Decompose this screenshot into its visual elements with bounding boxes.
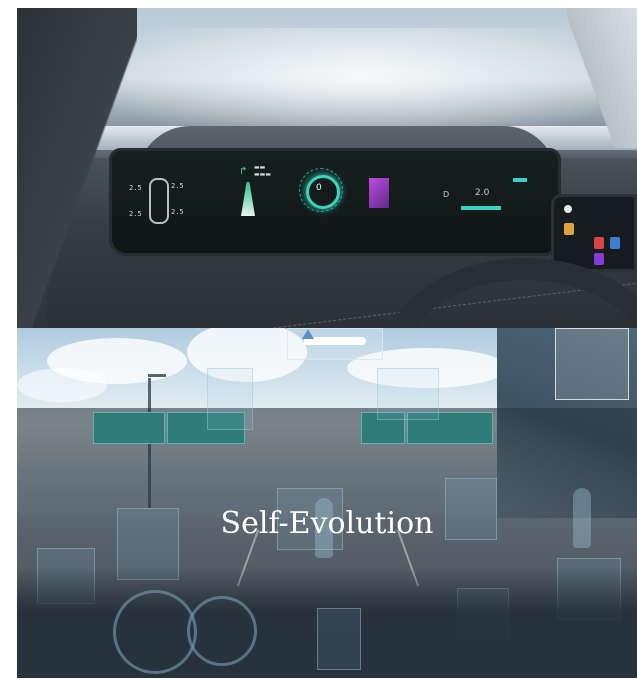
dashboard-photo: 2.5 2.5 2.5 2.5 ↱ ▬▬ ▬▬▬ 0 D 2.0: [17, 8, 637, 328]
gear-indicator: D: [443, 190, 450, 199]
street-lamp-head: [148, 374, 166, 377]
consumption-value: 2.0: [475, 188, 490, 198]
tachometer-gauge: [187, 596, 257, 666]
battery-icon: [513, 178, 527, 182]
app-icon: [564, 223, 574, 235]
turn-arrow-icon: ↱: [239, 166, 248, 177]
cloud: [17, 368, 107, 402]
speed-ring: [306, 175, 340, 209]
detection-box: [207, 368, 253, 430]
tire-pressure-rear-right: 2.5: [171, 208, 184, 216]
infotainment-screen: [551, 194, 637, 272]
section-title: Self-Evolution: [220, 506, 434, 541]
detection-box: [377, 368, 439, 420]
road-guidance-icon: [241, 182, 255, 216]
detection-box: [317, 608, 361, 670]
media-thumbnail: [369, 178, 389, 208]
app-icon: [594, 237, 604, 249]
app-icon: [594, 253, 604, 265]
speedometer-gauge: [113, 590, 197, 674]
tire-pressure-front-left: 2.5: [129, 184, 142, 192]
road-sign: [93, 412, 165, 444]
airplane-tail: [302, 329, 314, 339]
airport-scene: Self-Evolution: [17, 328, 637, 678]
tire-pressure-rear-left: 2.5: [129, 210, 142, 218]
instrument-cluster-screen: 2.5 2.5 2.5 2.5 ↱ ▬▬ ▬▬▬ 0 D 2.0: [109, 148, 561, 256]
speed-value: 0: [316, 183, 322, 193]
car-top-view-icon: [149, 178, 169, 224]
app-icon: [610, 237, 620, 249]
nav-instruction: ▬▬ ▬▬▬: [254, 164, 272, 178]
airplane-highlight-box: [287, 328, 383, 360]
right-a-pillar: [567, 8, 637, 148]
consumption-bar: [461, 206, 501, 210]
detection-box: [555, 328, 629, 400]
tire-pressure-front-right: 2.5: [171, 182, 184, 190]
app-icon: [564, 205, 572, 213]
